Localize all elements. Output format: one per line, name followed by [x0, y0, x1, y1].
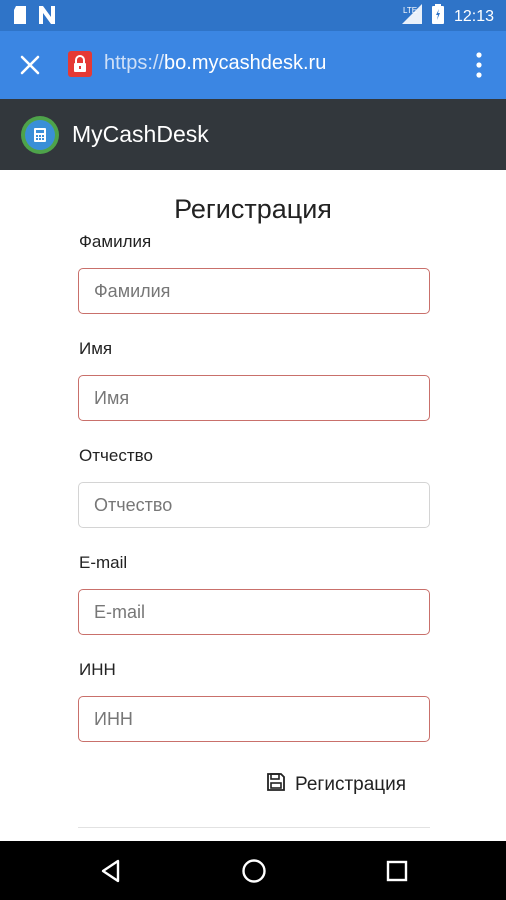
register-button[interactable]: Регистрация: [266, 770, 406, 800]
close-icon[interactable]: [16, 51, 44, 79]
home-icon[interactable]: [240, 857, 268, 885]
surname-input[interactable]: [78, 268, 430, 314]
app-logo-icon[interactable]: [21, 116, 59, 154]
patronymic-label: Отчество: [79, 446, 153, 465]
divider: [78, 827, 430, 828]
status-bar-system: LTE 12:13: [401, 4, 494, 29]
url-bar[interactable]: https://bo.mycashdesk.ru: [104, 52, 326, 75]
status-bar: LTE 12:13: [0, 0, 506, 31]
first-name-label: Имя: [79, 339, 113, 358]
inn-input[interactable]: [78, 696, 430, 742]
n-notification-icon: [38, 6, 56, 29]
svg-text:LTE: LTE: [403, 6, 417, 15]
status-bar-notifications: [12, 6, 56, 29]
email-input[interactable]: [78, 589, 430, 635]
battery-icon: [431, 4, 444, 29]
surname-label: Фамилия: [79, 232, 152, 251]
more-options-icon[interactable]: [472, 49, 486, 81]
clock: 12:13: [453, 7, 494, 25]
save-icon: [266, 772, 286, 798]
sd-card-icon: [12, 6, 28, 29]
patronymic-input[interactable]: [78, 482, 430, 528]
url-host: bo.mycashdesk.ru: [164, 52, 327, 74]
email-label: E-mail: [79, 553, 128, 572]
first-name-input[interactable]: [78, 375, 430, 421]
registration-form: Регистрация Фамилия Имя Отчество E-mail …: [0, 170, 506, 841]
signal-icon: LTE: [401, 4, 422, 29]
app-header: MyCashDesk: [0, 99, 506, 170]
url-protocol: https://: [104, 52, 165, 74]
form-title: Регистрация: [174, 194, 332, 224]
back-icon[interactable]: [98, 857, 126, 885]
browser-toolbar: https://bo.mycashdesk.ru: [0, 31, 506, 99]
app-title[interactable]: MyCashDesk: [72, 121, 209, 148]
inn-label: ИНН: [79, 660, 116, 679]
register-button-label: Регистрация: [295, 774, 407, 795]
lock-icon: [68, 51, 92, 77]
recents-icon[interactable]: [383, 857, 411, 885]
system-nav-bar: [0, 841, 506, 900]
